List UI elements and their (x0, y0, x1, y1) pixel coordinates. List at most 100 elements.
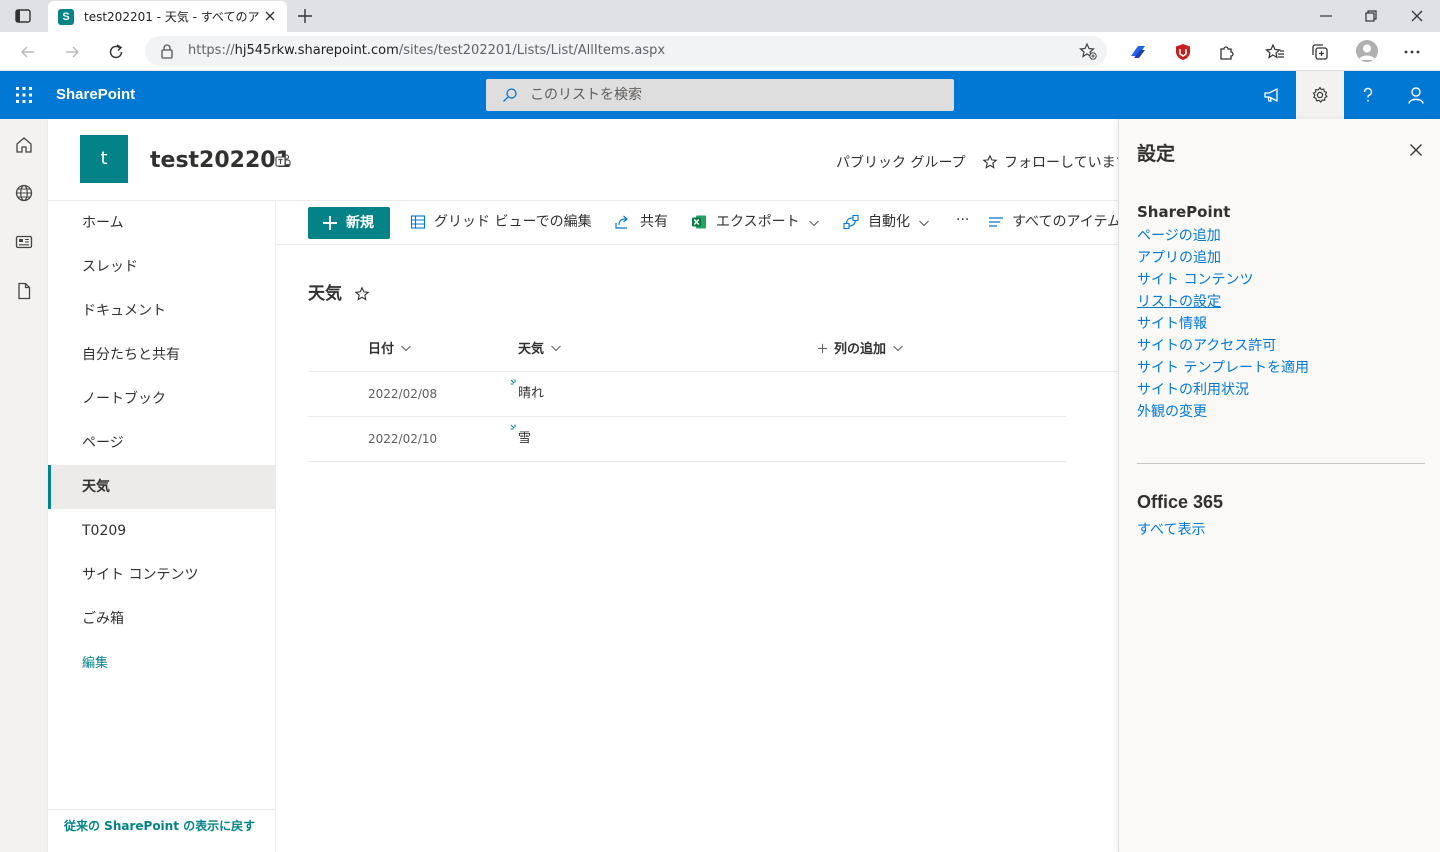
lock-icon[interactable] (159, 43, 175, 59)
search-box[interactable] (486, 79, 954, 111)
column-header-weather[interactable]: 天気 (518, 338, 562, 362)
more-commands-label: ··· (956, 212, 970, 228)
nav-item-label: 天気 (82, 479, 110, 495)
follow-button[interactable]: フォローしています (982, 153, 1118, 173)
chevron-down-icon (401, 345, 411, 352)
site-permissions-link[interactable]: サイトのアクセス許可 (1137, 336, 1276, 356)
extensions-puzzle-icon[interactable] (1217, 42, 1237, 62)
list-settings-link[interactable]: リストの設定 (1137, 292, 1221, 312)
table-row[interactable]: 2022/02/08 晴れ (308, 372, 1066, 417)
browser-tab[interactable]: S test202201 - 天気 - すべてのアイテム (48, 1, 287, 32)
sharepoint-favicon-icon: S (58, 9, 74, 25)
site-logo[interactable]: t (80, 135, 128, 183)
chevron-down-icon (893, 345, 903, 352)
announcements-button[interactable] (1248, 71, 1296, 119)
address-bar[interactable]: https://hj545rkw.sharepoint.com/sites/te… (145, 36, 1107, 66)
globe-icon[interactable] (14, 183, 34, 203)
more-commands-button[interactable]: ··· (956, 212, 978, 234)
app-launcher-button[interactable] (0, 71, 48, 119)
view-label: すべてのアイテム (1012, 214, 1118, 230)
teams-icon[interactable] (275, 153, 291, 169)
share-icon (615, 215, 628, 229)
nav-item-notebook[interactable]: ノートブック (48, 377, 275, 421)
shield-extension-icon[interactable] (1173, 42, 1193, 62)
nav-item-threads[interactable]: スレッド (48, 245, 275, 289)
nav-item-shared-with-us[interactable]: 自分たちと共有 (48, 333, 275, 377)
nav-item-pages[interactable]: ページ (48, 421, 275, 465)
column-header-label: 天気 (518, 342, 545, 357)
nav-item-documents[interactable]: ドキュメント (48, 289, 275, 333)
suite-bar: SharePoint (0, 71, 1440, 119)
office365-section-title: Office 365 (1137, 492, 1224, 512)
view-selector[interactable]: すべてのアイテム (988, 212, 1118, 234)
table-row[interactable]: 2022/02/10 雪 (308, 417, 1066, 462)
extension-arrow-icon[interactable] (1128, 42, 1148, 62)
help-button[interactable] (1344, 71, 1392, 119)
url-text[interactable]: https://hj545rkw.sharepoint.com/sites/te… (188, 43, 665, 59)
automate-label: 自動化 (868, 214, 910, 230)
add-app-link[interactable]: アプリの追加 (1137, 248, 1221, 268)
add-page-link[interactable]: ページの追加 (1137, 226, 1221, 246)
nav-item-weather[interactable]: 天気 (48, 465, 275, 509)
classic-view-link[interactable]: 従来の SharePoint の表示に戻す (64, 818, 255, 834)
weather-cell[interactable]: 晴れ (518, 384, 544, 404)
collections-icon[interactable] (1310, 42, 1330, 62)
share-button[interactable]: 共有 (614, 212, 674, 234)
settings-panel: 設定 SharePoint ページの追加 アプリの追加 サイト コンテンツ リス… (1118, 119, 1440, 852)
plus-icon (323, 216, 337, 230)
waffle-icon (16, 87, 32, 103)
nav-edit-link[interactable]: 編集 (82, 655, 108, 673)
weather-cell[interactable]: 雪 (518, 429, 531, 449)
nav-item-recycle-bin[interactable]: ごみ箱 (48, 597, 275, 641)
site-usage-link[interactable]: サイトの利用状況 (1137, 380, 1249, 400)
settings-button[interactable] (1296, 71, 1344, 119)
favorites-icon[interactable] (1265, 42, 1285, 62)
view-all-link[interactable]: すべて表示 (1137, 520, 1205, 540)
column-header-label: 日付 (368, 342, 395, 357)
command-bar: 新規 グリッド ビューでの編集 共有 エクスポート 自動化 ··· すべてのアイ… (276, 200, 1118, 245)
nav-item-home[interactable]: ホーム (48, 201, 275, 245)
group-type-label: パブリック グループ (836, 155, 966, 171)
restore-icon[interactable] (1362, 7, 1380, 25)
favorite-star-icon[interactable] (354, 286, 370, 302)
profile-avatar[interactable] (1356, 40, 1378, 62)
close-window-icon[interactable] (1408, 7, 1426, 25)
home-icon[interactable] (14, 135, 34, 155)
column-header-date[interactable]: 日付 (368, 338, 412, 362)
close-tab-icon[interactable] (263, 9, 277, 23)
tab-title: test202201 - 天気 - すべてのアイテム (84, 10, 260, 24)
close-icon[interactable] (1409, 143, 1423, 157)
url-host: hj545rkw.sharepoint.com (234, 43, 399, 58)
tab-actions-icon[interactable] (14, 7, 32, 25)
nav-item-label: 自分たちと共有 (82, 347, 180, 363)
add-column-button[interactable]: 列の追加 (817, 338, 904, 362)
document-icon[interactable] (14, 281, 34, 301)
grid-edit-button[interactable]: グリッド ビューでの編集 (410, 212, 596, 234)
person-icon (1408, 87, 1424, 104)
date-cell: 2022/02/10 (368, 432, 438, 446)
app-name[interactable]: SharePoint (56, 86, 135, 104)
nav-item-t0209[interactable]: T0209 (48, 509, 275, 553)
refresh-icon[interactable] (106, 42, 126, 62)
automate-button[interactable]: 自動化 (843, 212, 933, 234)
account-button[interactable] (1392, 71, 1440, 119)
more-menu-icon[interactable] (1402, 42, 1422, 62)
new-tab-icon[interactable] (296, 7, 314, 25)
export-button[interactable]: エクスポート (691, 212, 823, 234)
news-icon[interactable] (14, 232, 34, 252)
new-button[interactable]: 新規 (308, 207, 390, 239)
search-input[interactable] (530, 79, 940, 111)
settings-panel-title: 設定 (1137, 143, 1176, 165)
back-icon[interactable] (18, 42, 38, 62)
change-look-link[interactable]: 外観の変更 (1137, 402, 1207, 422)
apply-site-template-link[interactable]: サイト テンプレートを適用 (1137, 358, 1309, 378)
site-contents-link[interactable]: サイト コンテンツ (1137, 270, 1253, 290)
add-favorite-icon[interactable] (1079, 42, 1097, 60)
site-title[interactable]: test202201 (150, 147, 291, 175)
forward-icon[interactable] (62, 42, 82, 62)
chevron-down-icon (919, 220, 929, 227)
nav-item-label: スレッド (82, 259, 138, 275)
site-information-link[interactable]: サイト情報 (1137, 314, 1207, 334)
minimize-icon[interactable] (1317, 7, 1335, 25)
nav-item-site-contents[interactable]: サイト コンテンツ (48, 553, 275, 597)
